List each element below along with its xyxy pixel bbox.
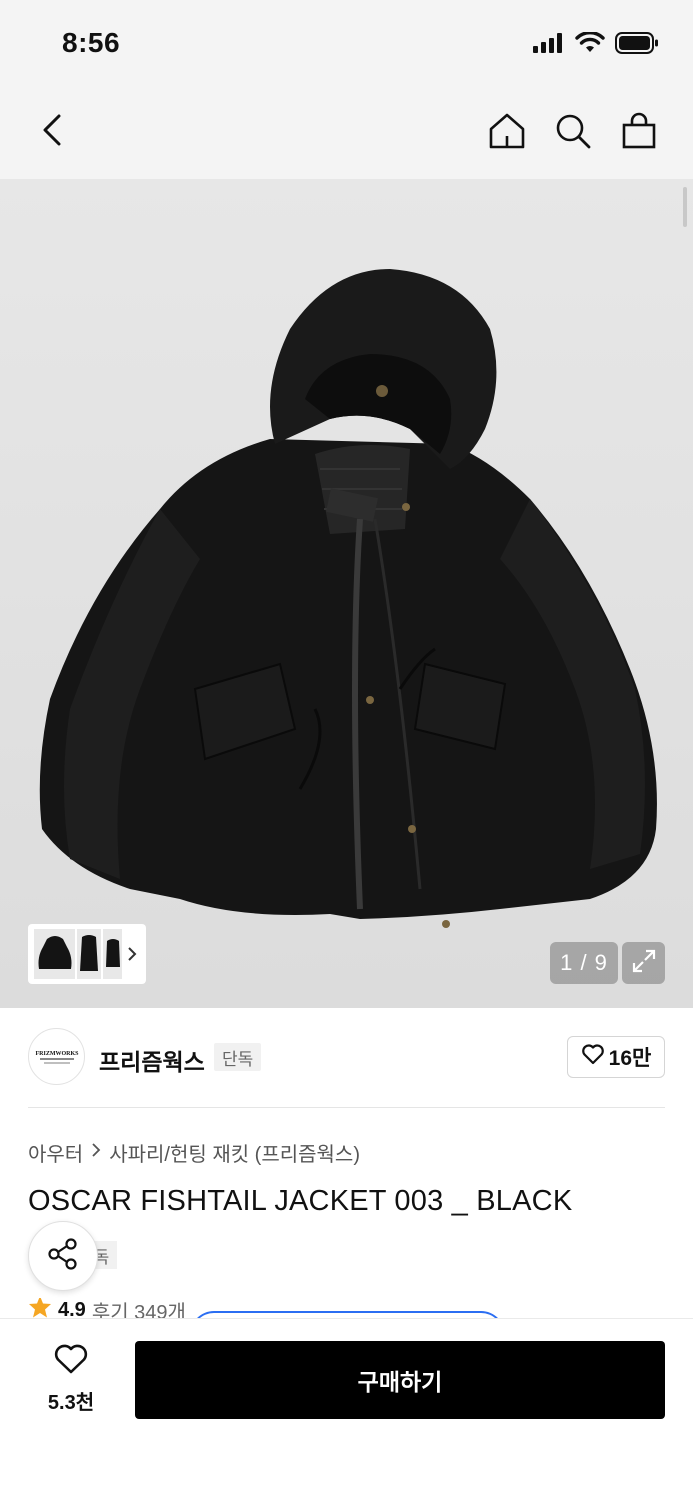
heart-icon xyxy=(53,1343,89,1380)
wish-count: 5.3천 xyxy=(47,1392,95,1414)
brand-logo[interactable]: FRIZMWORKS xyxy=(28,1028,85,1085)
chevron-right-icon xyxy=(91,1141,101,1164)
brand-name[interactable]: 프리즘웍스 xyxy=(99,1043,205,1077)
battery-icon xyxy=(615,32,659,59)
cart-icon[interactable] xyxy=(619,110,659,152)
wifi-icon xyxy=(575,31,605,59)
signal-icon xyxy=(533,33,565,58)
breadcrumb: 아우터 사파리/헌팅 재킷 (프리즘웍스) xyxy=(28,1138,360,1167)
nav-actions xyxy=(487,110,659,152)
brand-like-count: 16만 xyxy=(608,1047,652,1070)
share-button[interactable] xyxy=(28,1221,98,1291)
scroll-indicator xyxy=(683,187,687,227)
product-image-gallery[interactable]: 1 / 9 xyxy=(0,179,693,1008)
share-icon xyxy=(46,1237,80,1276)
thumbnail-3[interactable] xyxy=(102,929,123,979)
product-title: OSCAR FISHTAIL JACKET 003 _ BLACK xyxy=(28,1185,573,1217)
product-image xyxy=(39,269,657,928)
thumbnail-2[interactable] xyxy=(77,929,101,979)
exclusive-badge: 단독 xyxy=(214,1043,262,1071)
status-icons xyxy=(533,31,659,59)
breadcrumb-subcategory[interactable]: 사파리/헌팅 재킷 (프리즘웍스) xyxy=(109,1138,360,1167)
breadcrumb-category[interactable]: 아우터 xyxy=(28,1138,83,1167)
page-counter: 1 / 9 xyxy=(550,942,618,984)
nav-bar xyxy=(0,86,693,179)
wish-button[interactable]: 5.3천 xyxy=(36,1343,106,1415)
status-bar: 8:56 xyxy=(0,0,693,86)
brand-row: FRIZMWORKS 프리즘웍스 단독 16만 xyxy=(28,1028,665,1108)
back-icon[interactable] xyxy=(34,110,70,150)
thumbnail-1[interactable] xyxy=(34,929,76,979)
status-time: 8:56 xyxy=(62,27,121,58)
thumbnail-strip[interactable] xyxy=(28,924,146,984)
expand-icon xyxy=(631,948,657,979)
bottom-action-bar: 5.3천 구매하기 xyxy=(0,1318,693,1500)
svg-text:FRIZMWORKS: FRIZMWORKS xyxy=(35,1051,79,1057)
buy-button[interactable]: 구매하기 xyxy=(135,1341,665,1419)
heart-icon xyxy=(581,1043,605,1071)
brand-like-button[interactable]: 16만 xyxy=(567,1036,665,1078)
search-icon[interactable] xyxy=(553,110,593,152)
chevron-right-icon[interactable] xyxy=(124,946,140,962)
expand-button[interactable] xyxy=(622,942,665,984)
home-icon[interactable] xyxy=(487,110,527,152)
